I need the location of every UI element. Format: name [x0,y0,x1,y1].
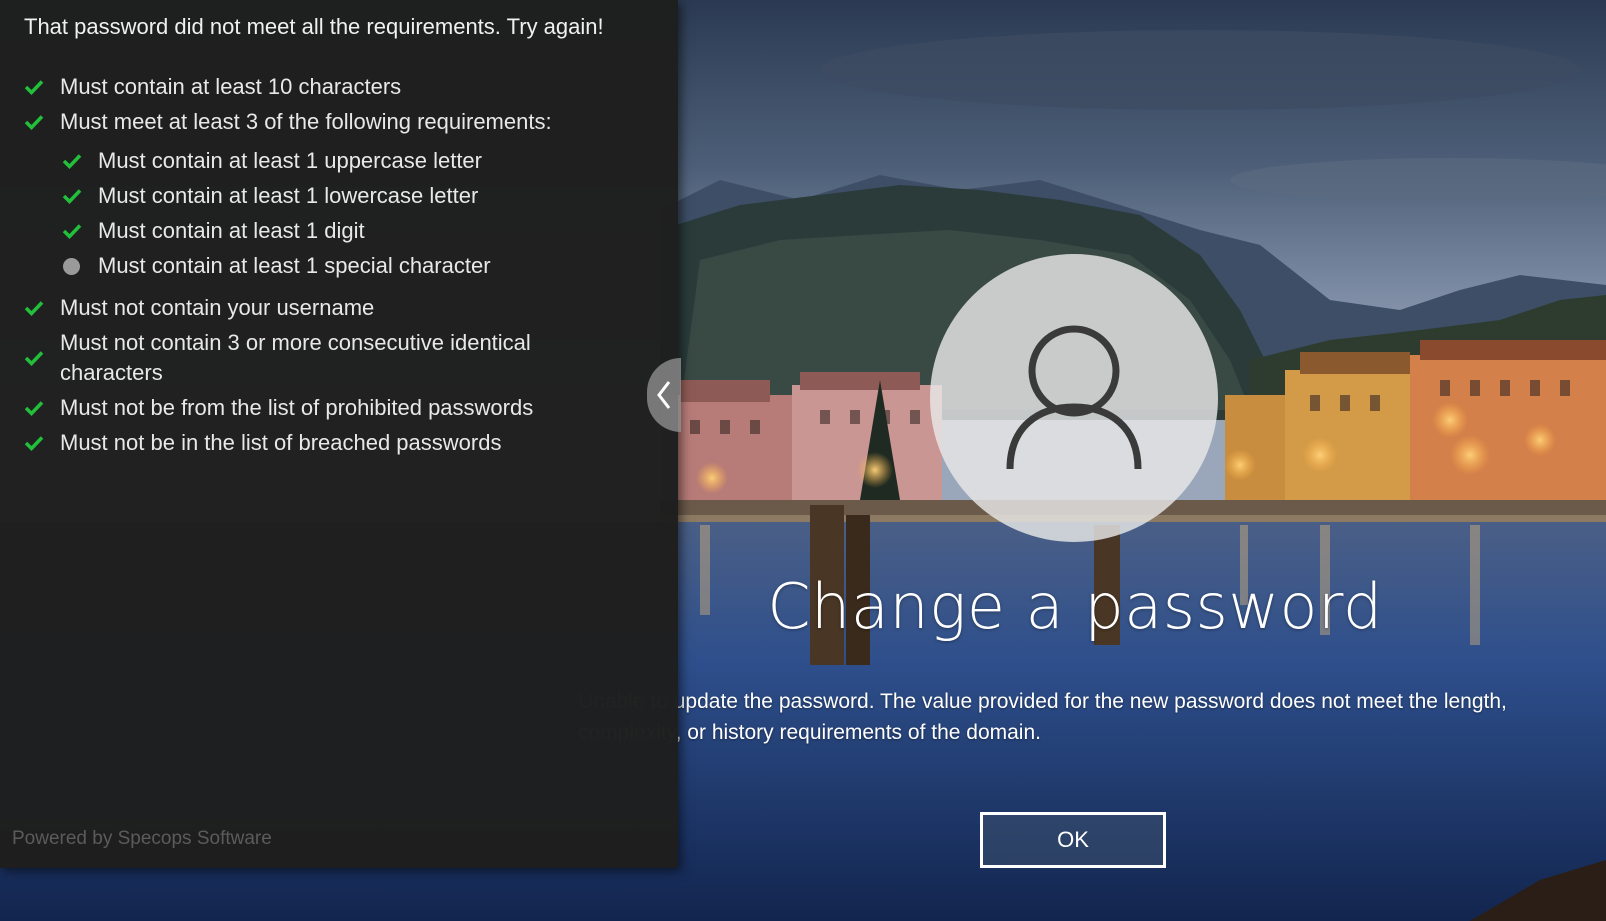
requirement-subitem: Must contain at least 1 uppercase letter [62,146,482,176]
user-avatar [930,254,1218,542]
check-icon [62,224,82,239]
password-requirements-panel: That password did not meet all the requi… [0,0,678,868]
chevron-left-icon [657,381,671,409]
requirement-subitem: Must contain at least 1 special characte… [62,251,491,281]
requirement-subitem: Must contain at least 1 lowercase letter [62,181,478,211]
requirement-item: Must meet at least 3 of the following re… [24,107,552,137]
check-icon [62,189,82,204]
error-message: Unable to update the password. The value… [578,690,1507,744]
ok-button[interactable]: OK [980,812,1166,868]
requirement-subitem: Must contain at least 1 digit [62,216,365,246]
requirement-item: Must not contain 3 or more consecutive i… [24,328,564,388]
requirement-item: Must not be in the list of breached pass… [24,428,501,458]
check-icon [24,115,44,130]
check-icon [24,401,44,416]
page-title: Change a password [767,570,1383,643]
requirement-item: Must not be from the list of prohibited … [24,393,533,423]
user-icon [1006,325,1142,470]
powered-by-footer: Powered by Specops Software [12,828,272,849]
requirement-item: Must contain at least 10 characters [24,72,401,102]
check-icon [62,154,82,169]
unmet-dot-icon [63,257,80,275]
check-icon [24,301,44,316]
check-icon [24,436,44,451]
check-icon [24,80,44,95]
check-icon [24,351,44,366]
requirement-item: Must not contain your username [24,293,374,323]
panel-heading: That password did not meet all the requi… [24,14,604,39]
